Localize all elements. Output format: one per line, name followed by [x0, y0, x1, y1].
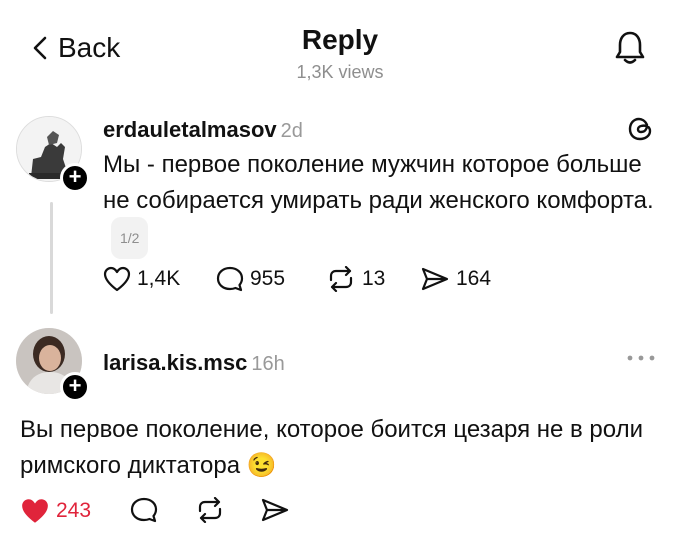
repost-icon — [198, 497, 222, 523]
top-bar: Back Reply 1,3K views — [0, 0, 680, 90]
reply-text-content: Вы первое поколение, которое боится цеза… — [20, 416, 644, 479]
send-icon — [421, 267, 449, 291]
repost-button[interactable]: 13 — [326, 266, 385, 292]
comment-count: 955 — [250, 267, 286, 290]
comment-button[interactable] — [130, 497, 158, 523]
thread-pager: 1/2 — [111, 217, 149, 259]
share-button[interactable]: 164 — [420, 266, 491, 292]
share-button[interactable] — [260, 497, 290, 523]
follow-plus-button[interactable]: + — [60, 163, 90, 193]
like-count: 1,4K — [137, 267, 181, 290]
reply-text: Вы первое поколение, которое боится цеза… — [20, 412, 670, 484]
more-options-icon[interactable] — [626, 350, 656, 368]
threads-logo-icon — [626, 114, 656, 149]
repost-count: 13 — [362, 267, 386, 290]
follow-plus-button[interactable]: + — [60, 372, 90, 402]
post-username[interactable]: erdauletalmasov — [103, 117, 277, 142]
repost-button[interactable] — [195, 497, 225, 523]
page-title: Reply — [301, 24, 379, 55]
post-author[interactable]: erdauletalmasov 2d — [103, 117, 303, 143]
heart-filled-icon — [22, 499, 48, 523]
comment-button[interactable]: 955 — [216, 266, 285, 292]
reply-author[interactable]: larisa.kis.msc 16h — [103, 350, 285, 376]
comment-icon — [216, 266, 244, 292]
like-button[interactable]: 243 — [20, 497, 91, 525]
reply-username[interactable]: larisa.kis.msc — [103, 350, 247, 375]
post-text: Мы - первое поколение мужчин которое бол… — [103, 147, 663, 261]
send-icon — [261, 498, 289, 522]
reply-like-count: 243 — [56, 499, 92, 522]
view-count: 1,3K views — [296, 62, 384, 82]
post-time: 2d — [280, 120, 303, 142]
post-text-content: Мы - первое поколение мужчин которое бол… — [103, 151, 654, 214]
repost-icon — [329, 266, 353, 292]
wink-emoji: 😉 — [246, 452, 277, 479]
heart-icon — [103, 266, 131, 292]
reply-time: 16h — [251, 353, 285, 375]
bell-icon[interactable] — [614, 30, 646, 71]
share-count: 164 — [456, 267, 492, 290]
like-button[interactable]: 1,4K — [103, 266, 180, 292]
comment-icon — [130, 497, 158, 523]
thread-connector — [50, 202, 53, 314]
